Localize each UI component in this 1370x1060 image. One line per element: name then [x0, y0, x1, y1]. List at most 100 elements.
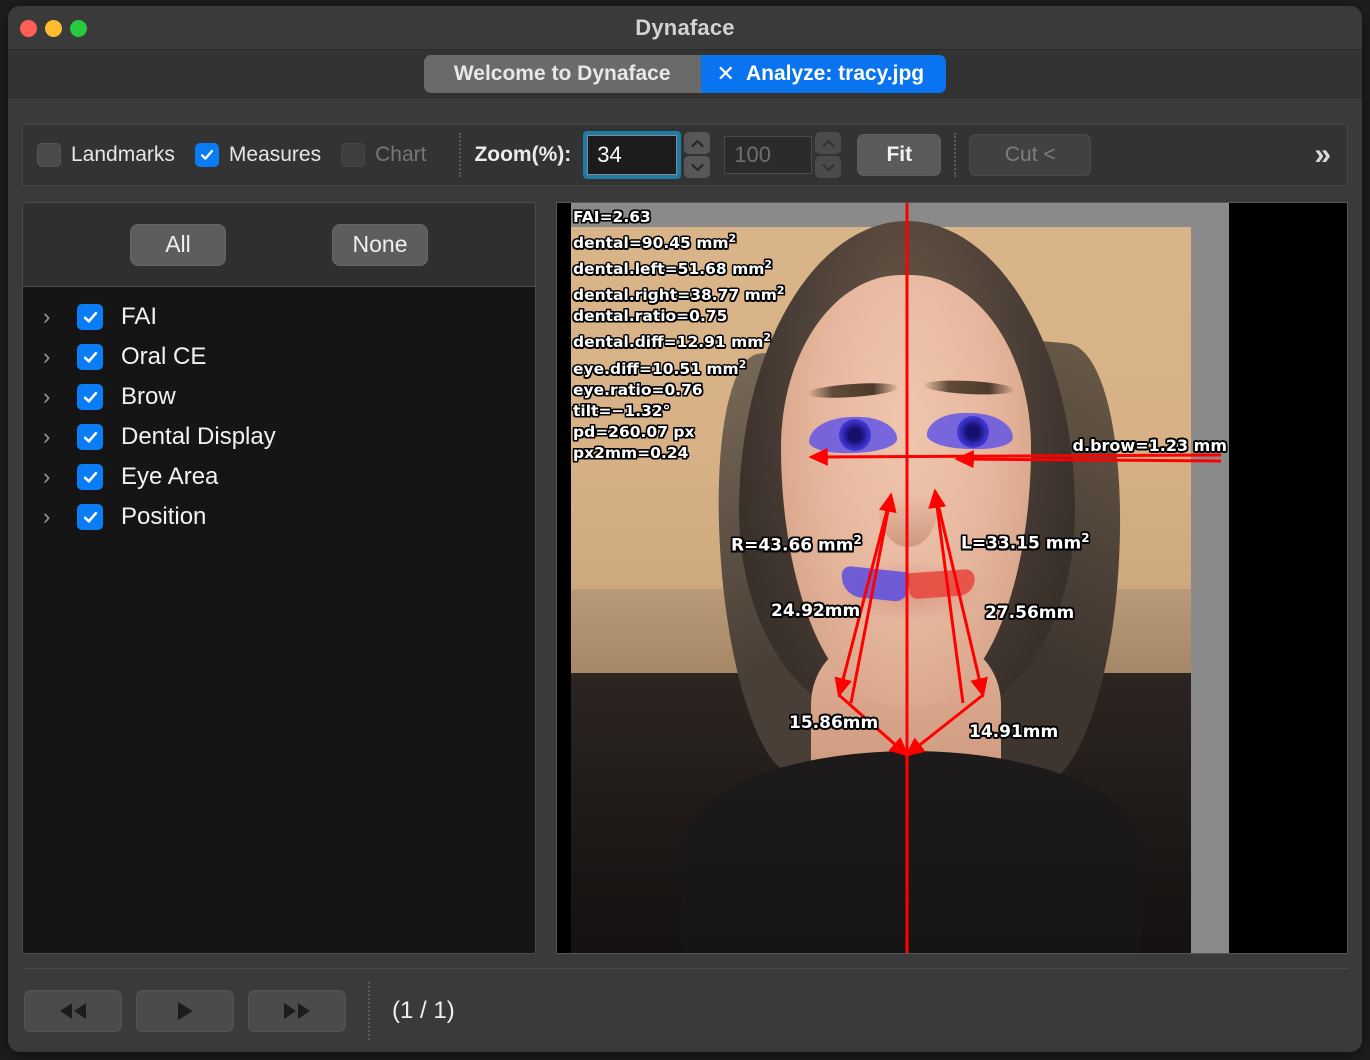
- landmarks-checkbox-box[interactable]: [37, 143, 61, 167]
- zoom-step-down-button[interactable]: [684, 156, 711, 178]
- zoom-stepper[interactable]: [684, 132, 711, 178]
- iris-right: [839, 419, 871, 451]
- tree-checkbox-dental-display[interactable]: [77, 424, 103, 450]
- check-icon: [83, 311, 97, 323]
- chart-label: Chart: [375, 143, 427, 166]
- title-bar: Dynaface: [8, 6, 1362, 50]
- fit-button[interactable]: Fit: [857, 134, 942, 176]
- close-icon[interactable]: ✕: [717, 62, 735, 85]
- measures-panel: All None › FAI › Oral CE › Brow › Dental…: [22, 202, 536, 954]
- tree-label-brow: Brow: [121, 383, 176, 410]
- chevron-up-icon: [691, 139, 704, 147]
- tree-checkbox-fai[interactable]: [77, 304, 103, 330]
- chevron-right-icon[interactable]: ›: [43, 506, 77, 528]
- select-none-button[interactable]: None: [332, 223, 428, 266]
- tree-label-dental-display: Dental Display: [121, 423, 276, 450]
- check-icon: [200, 149, 214, 160]
- window-body: Landmarks Measures Chart Zoom(%): 34 100…: [8, 98, 1362, 1052]
- tree-label-eye-area: Eye Area: [121, 463, 219, 490]
- toolbar-divider-2: [954, 133, 957, 177]
- chevron-right-icon[interactable]: ›: [43, 306, 77, 328]
- window-title: Dynaface: [635, 14, 735, 40]
- chevron-right-icon[interactable]: ›: [43, 386, 77, 408]
- tree-item-brow[interactable]: › Brow: [23, 377, 535, 417]
- main-content: All None › FAI › Oral CE › Brow › Dental…: [22, 202, 1348, 954]
- previous-frame-button[interactable]: [24, 989, 122, 1032]
- toolbar-divider-1: [459, 133, 462, 177]
- tree-label-position: Position: [121, 503, 207, 530]
- tab-analyze[interactable]: ✕ Analyze: tracy.jpg: [700, 54, 947, 93]
- tree-item-fai[interactable]: › FAI: [23, 297, 535, 337]
- play-button[interactable]: [136, 989, 234, 1032]
- zoom-step-up-button[interactable]: [684, 132, 711, 154]
- tree-label-oral-ce: Oral CE: [121, 343, 207, 370]
- tree-item-dental-display[interactable]: › Dental Display: [23, 417, 535, 457]
- cut-button: Cut <: [969, 134, 1092, 176]
- frame-counter: (1 / 1): [392, 996, 455, 1024]
- analyzed-photo: FAI=2.63 dental=90.45 mm2 dental.left=51…: [571, 203, 1229, 953]
- select-all-button[interactable]: All: [130, 223, 226, 266]
- tree-item-position[interactable]: › Position: [23, 497, 535, 537]
- zoom-input[interactable]: 34: [587, 135, 678, 175]
- maximize-window-button[interactable]: [70, 19, 87, 37]
- zoom-spinner[interactable]: 34: [583, 131, 711, 179]
- tree-checkbox-position[interactable]: [77, 504, 103, 530]
- check-icon: [83, 351, 97, 363]
- secondary-stepper: [815, 132, 842, 178]
- checkbox-landmarks[interactable]: Landmarks: [37, 143, 175, 167]
- measures-checkbox-box[interactable]: [194, 143, 219, 167]
- chevron-down-icon: [822, 163, 835, 171]
- zoom-input-focus-ring: 34: [583, 131, 682, 179]
- check-icon: [83, 431, 97, 443]
- tree-checkbox-oral-ce[interactable]: [77, 344, 103, 370]
- app-window: Dynaface Welcome to Dynaface ✕ Analyze: …: [8, 6, 1362, 1052]
- navigation-divider: [368, 981, 370, 1040]
- measures-tree: › FAI › Oral CE › Brow › Dental Display …: [23, 287, 535, 953]
- photo-stage: FAI=2.63 dental=90.45 mm2 dental.left=51…: [557, 203, 1347, 953]
- tab-welcome[interactable]: Welcome to Dynaface: [423, 54, 701, 93]
- chevron-right-icon[interactable]: ›: [43, 346, 77, 368]
- tree-checkbox-eye-area[interactable]: [77, 464, 103, 490]
- subject-nose: [879, 471, 937, 547]
- stat-fai: FAI=2.63: [573, 208, 651, 226]
- chevron-right-icon[interactable]: ›: [43, 426, 77, 448]
- subject-shirt: [681, 751, 1141, 953]
- secondary-step-up-button: [815, 132, 842, 154]
- rewind-icon: [60, 1002, 86, 1019]
- checkbox-chart: Chart: [341, 143, 426, 167]
- secondary-spinner: 100: [724, 132, 842, 178]
- window-controls: [20, 6, 87, 50]
- navigation-bar: (1 / 1): [22, 968, 1348, 1052]
- secondary-input: 100: [724, 136, 813, 174]
- toolbar: Landmarks Measures Chart Zoom(%): 34 100…: [22, 124, 1348, 186]
- photo-matte-right: [1191, 203, 1229, 953]
- image-viewer[interactable]: FAI=2.63 dental=90.45 mm2 dental.left=51…: [556, 202, 1348, 954]
- chevron-down-icon: [691, 163, 704, 171]
- minimize-window-button[interactable]: [45, 19, 62, 37]
- tree-item-eye-area[interactable]: › Eye Area: [23, 457, 535, 497]
- play-icon: [178, 1001, 193, 1020]
- tree-checkbox-brow[interactable]: [77, 384, 103, 410]
- next-frame-button[interactable]: [248, 989, 346, 1032]
- landmarks-label: Landmarks: [71, 143, 175, 166]
- iris-left: [957, 416, 989, 448]
- chevron-right-icon[interactable]: ›: [43, 466, 77, 488]
- zoom-label: Zoom(%):: [474, 143, 572, 166]
- tab-analyze-label: Analyze: tracy.jpg: [745, 61, 925, 85]
- measures-label: Measures: [228, 143, 322, 166]
- secondary-step-down-button: [815, 156, 842, 178]
- chevron-up-icon: [822, 139, 835, 147]
- measures-panel-header: All None: [23, 203, 535, 287]
- checkbox-measures[interactable]: Measures: [194, 143, 322, 167]
- check-icon: [83, 511, 97, 523]
- tree-item-oral-ce[interactable]: › Oral CE: [23, 337, 535, 377]
- chart-checkbox-box: [341, 143, 366, 167]
- check-icon: [83, 391, 97, 403]
- close-window-button[interactable]: [20, 19, 37, 37]
- check-icon: [83, 471, 97, 483]
- tree-label-fai: FAI: [121, 303, 158, 330]
- toolbar-overflow-icon[interactable]: »: [1314, 140, 1331, 170]
- tab-welcome-label: Welcome to Dynaface: [453, 61, 671, 85]
- fast-forward-icon: [284, 1002, 310, 1019]
- tab-bar: Welcome to Dynaface ✕ Analyze: tracy.jpg: [8, 50, 1362, 98]
